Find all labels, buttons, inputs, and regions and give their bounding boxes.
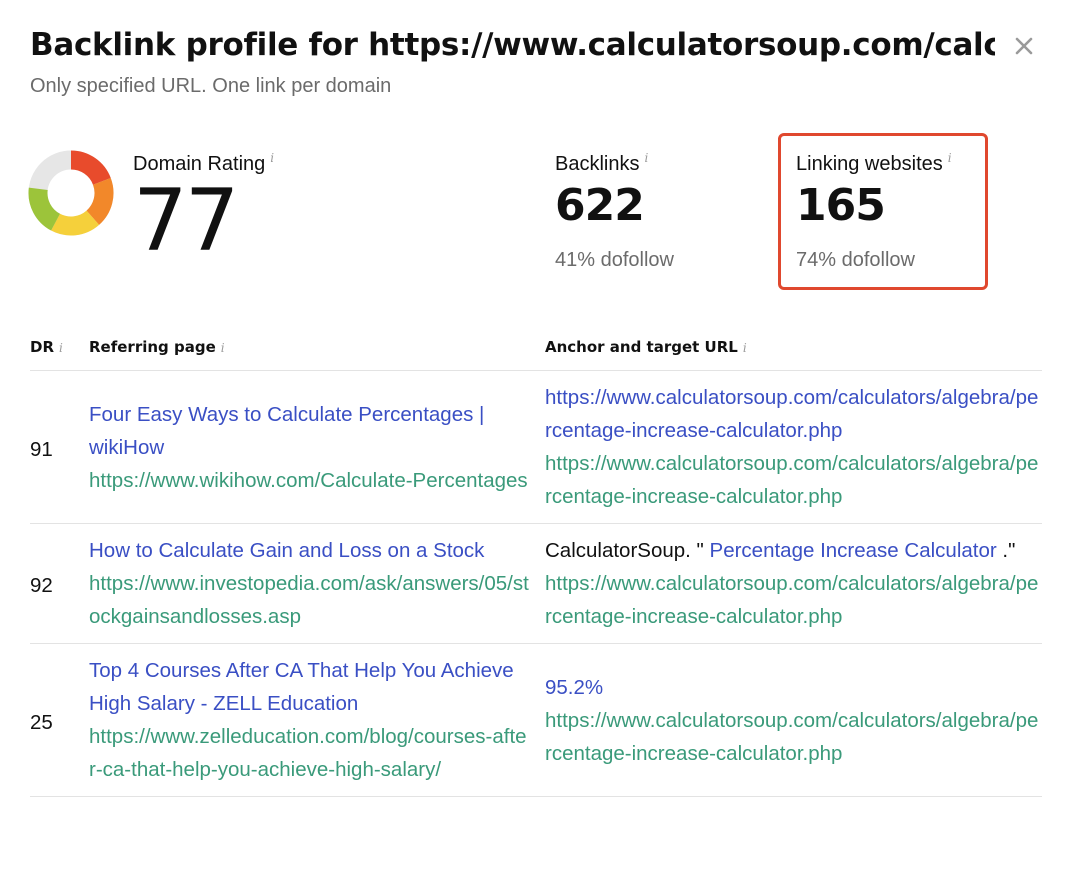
column-header-referring-page[interactable]: Referring page i [89,338,545,371]
row-dr-value: 25 [30,643,89,797]
row-dr-value: 91 [30,370,89,524]
gauge-arc-segment [28,187,61,231]
info-icon[interactable]: i [948,152,952,164]
anchor-suffix: ." [996,539,1016,562]
referring-page-title-link[interactable]: Top 4 Courses After CA That Help You Ach… [89,654,533,720]
table-row: 25 Top 4 Courses After CA That Help You … [30,643,1042,797]
table-row: 92 How to Calculate Gain and Loss on a S… [30,523,1042,644]
backlinks-label: Backlinks [555,153,640,175]
backlinks-dofollow: 41% dofollow [555,249,674,271]
column-header-dr[interactable]: DR i [30,338,89,371]
target-url-link[interactable]: https://www.calculatorsoup.com/calculato… [545,567,1042,633]
linking-websites-label: Linking websites [796,153,943,175]
backlinks-block: Backlinks i 622 41% dofollow [555,152,674,272]
anchor-text-link[interactable]: https://www.calculatorsoup.com/calculato… [545,386,1038,442]
referring-page-title-link[interactable]: How to Calculate Gain and Loss on a Stoc… [89,534,533,567]
referring-page-url-link[interactable]: https://www.investopedia.com/ask/answers… [89,567,533,633]
linking-websites-value: 165 [796,180,886,231]
linking-websites-dofollow: 74% dofollow [796,249,915,271]
gauge-arc-segment [51,210,100,236]
domain-rating-value: 77 [133,171,239,271]
domain-rating-block: Domain Rating i 77 [133,152,274,264]
info-icon[interactable]: i [644,152,648,164]
close-icon[interactable] [1010,32,1038,60]
referring-page-url-link[interactable]: https://www.zelleducation.com/blog/cours… [89,720,533,786]
anchor-prefix: CalculatorSoup. " [545,539,710,562]
backlinks-value: 622 [555,180,645,231]
referring-page-url-link[interactable]: https://www.wikihow.com/Calculate-Percen… [89,464,533,497]
target-url-link[interactable]: https://www.calculatorsoup.com/calculato… [545,704,1042,770]
row-dr-value: 92 [30,523,89,644]
dialog-subtitle: Only specified URL. One link per domain [30,75,392,97]
info-icon[interactable]: i [221,341,225,355]
info-icon[interactable]: i [59,341,63,355]
gauge-arc-segment [86,177,114,225]
metrics-panel: Domain Rating i 77 Backlinks i 622 41% d… [0,130,1080,300]
anchor-text-link[interactable]: 95.2% [545,676,603,699]
anchor-text-link[interactable]: Percentage Increase Calculator [710,539,997,562]
table-header-row: DR i Referring page i Anchor and target UR… [30,338,1042,371]
dialog-header: Backlink profile for https://www.calcula… [30,24,1050,98]
column-header-anchor[interactable]: Anchor and target URL i [545,338,1042,371]
table-row: 91 Four Easy Ways to Calculate Percentag… [30,370,1042,524]
backlinks-table: DR i Referring page i Anchor and target UR… [30,338,1042,797]
domain-rating-gauge [28,150,114,236]
target-url-link[interactable]: https://www.calculatorsoup.com/calculato… [545,447,1042,513]
gauge-arc-segment [70,150,111,186]
linking-websites-block: Linking websites i 165 74% dofollow [796,152,952,272]
referring-page-title-link[interactable]: Four Easy Ways to Calculate Percentages … [89,398,533,464]
info-icon[interactable]: i [270,152,274,164]
info-icon[interactable]: i [743,341,747,355]
dialog-title: Backlink profile for https://www.calcula… [30,27,995,63]
